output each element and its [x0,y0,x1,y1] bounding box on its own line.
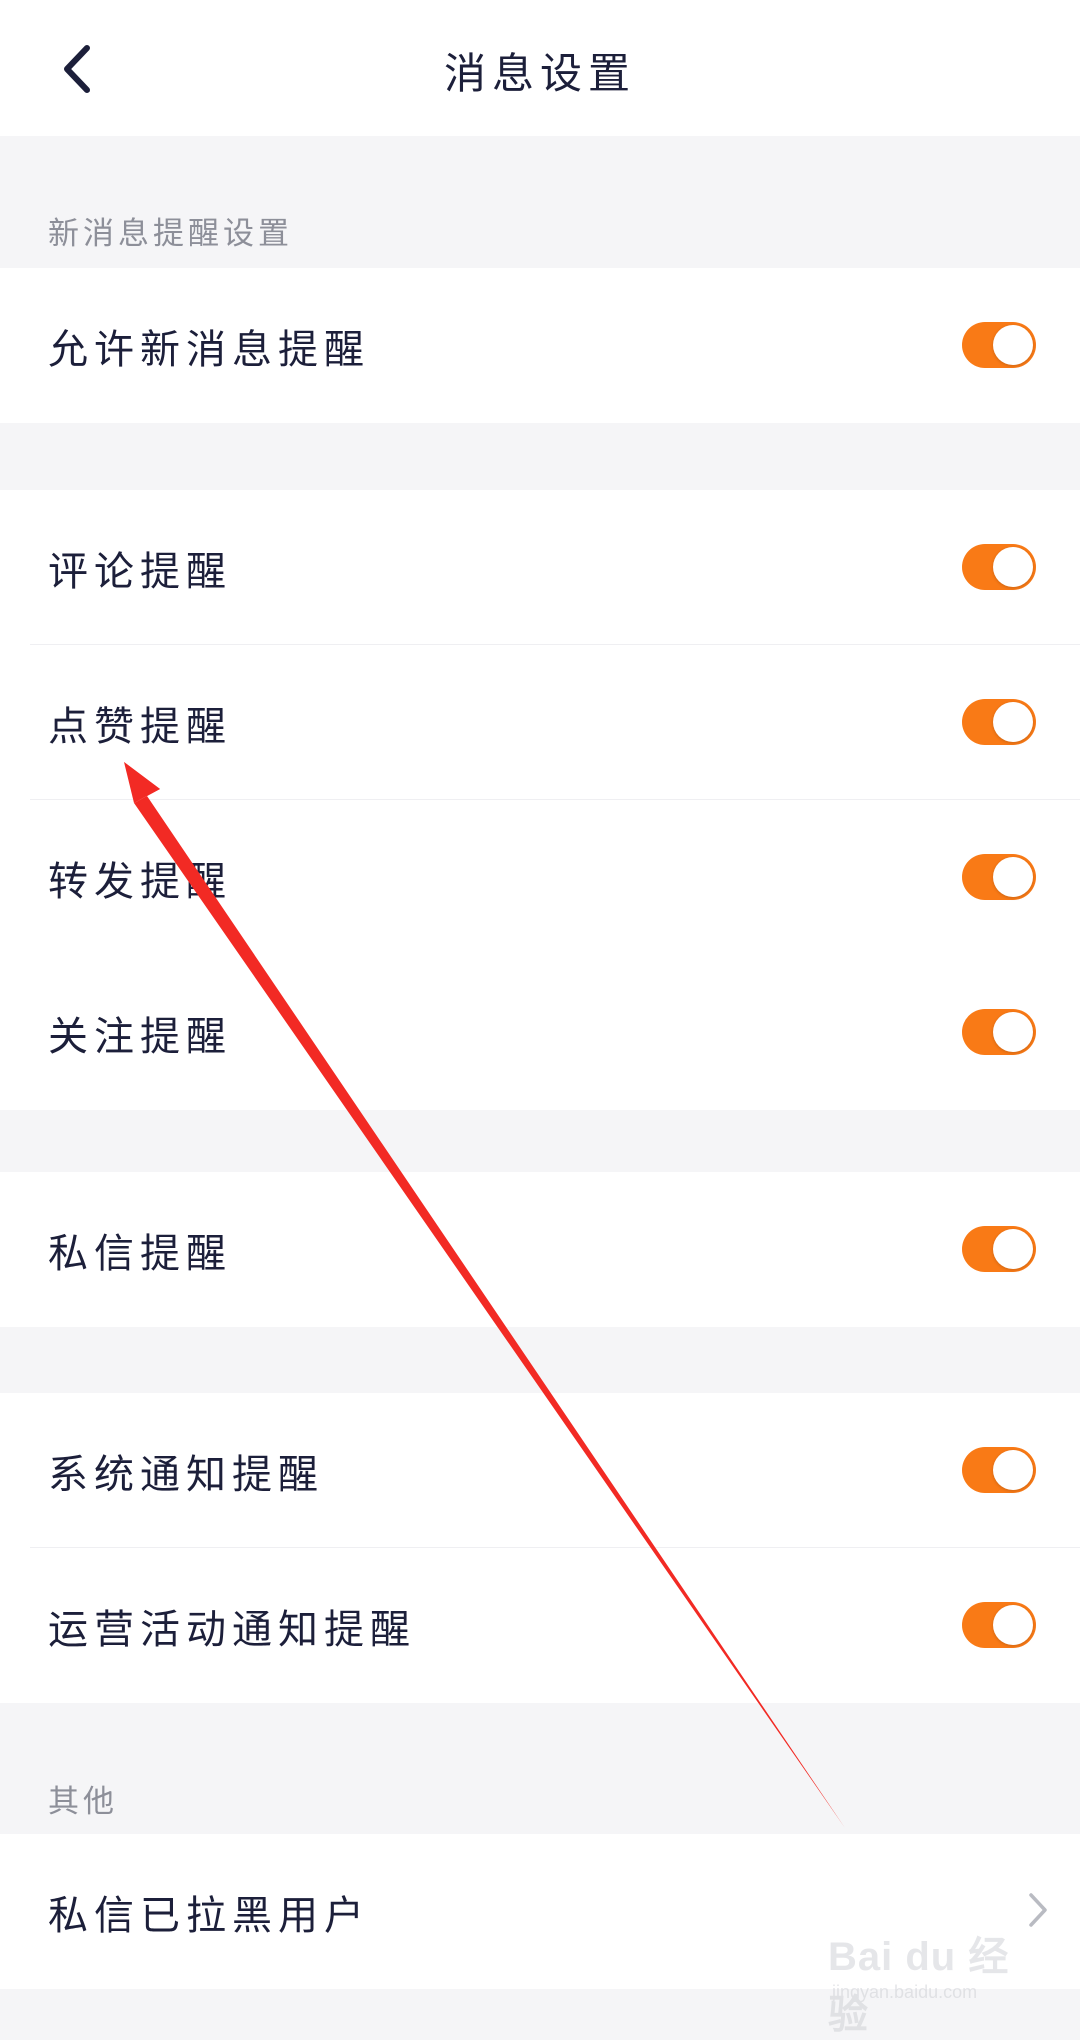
allow-new-message-toggle[interactable] [962,322,1036,368]
setting-row-follow[interactable]: 关注提醒 [0,955,1080,1110]
setting-row-repost[interactable]: 转发提醒 [0,800,1080,955]
setting-row-comment[interactable]: 评论提醒 [0,490,1080,645]
setting-label: 运营活动通知提醒 [48,1606,416,1653]
setting-row-private-message[interactable]: 私信提醒 [0,1172,1080,1327]
chevron-right-icon [1029,1893,1047,1927]
setting-row-allow-new-message[interactable]: 允许新消息提醒 [0,268,1080,423]
section-header-other: 其他 [48,1784,118,1820]
settings-group-notifications: 系统通知提醒 运营活动通知提醒 [0,1393,1080,1703]
toggle-knob [993,702,1033,742]
section-header-new-message: 新消息提醒设置 [48,216,293,252]
setting-label: 关注提醒 [48,1013,232,1060]
like-toggle[interactable] [962,699,1036,745]
setting-label: 评论提醒 [48,548,232,595]
toggle-knob [993,547,1033,587]
toggle-knob [993,1229,1033,1269]
setting-label: 私信提醒 [48,1230,232,1277]
setting-row-operation-activity[interactable]: 运营活动通知提醒 [0,1548,1080,1703]
setting-row-blocked-users[interactable]: 私信已拉黑用户 [0,1834,1080,1989]
setting-row-like[interactable]: 点赞提醒 [0,645,1080,800]
setting-row-system-notice[interactable]: 系统通知提醒 [0,1393,1080,1548]
setting-label: 转发提醒 [48,858,232,905]
follow-toggle[interactable] [962,1009,1036,1055]
operation-activity-toggle[interactable] [962,1602,1036,1648]
settings-group-interactions: 评论提醒 点赞提醒 转发提醒 关注提醒 [0,490,1080,1110]
private-message-toggle[interactable] [962,1226,1036,1272]
settings-group-allow: 允许新消息提醒 [0,268,1080,423]
setting-label: 点赞提醒 [48,703,232,750]
system-notice-toggle[interactable] [962,1447,1036,1493]
top-bar: 消息设置 [0,0,1080,136]
toggle-knob [993,1605,1033,1645]
toggle-knob [993,1450,1033,1490]
setting-label: 系统通知提醒 [48,1451,324,1498]
setting-label: 私信已拉黑用户 [48,1892,370,1939]
page-title: 消息设置 [443,49,636,98]
settings-group-other: 私信已拉黑用户 [0,1834,1080,1989]
toggle-knob [993,325,1033,365]
settings-group-private-message: 私信提醒 [0,1172,1080,1327]
repost-toggle[interactable] [962,854,1036,900]
toggle-knob [993,1012,1033,1052]
toggle-knob [993,857,1033,897]
setting-label: 允许新消息提醒 [48,326,370,373]
comment-toggle[interactable] [962,544,1036,590]
